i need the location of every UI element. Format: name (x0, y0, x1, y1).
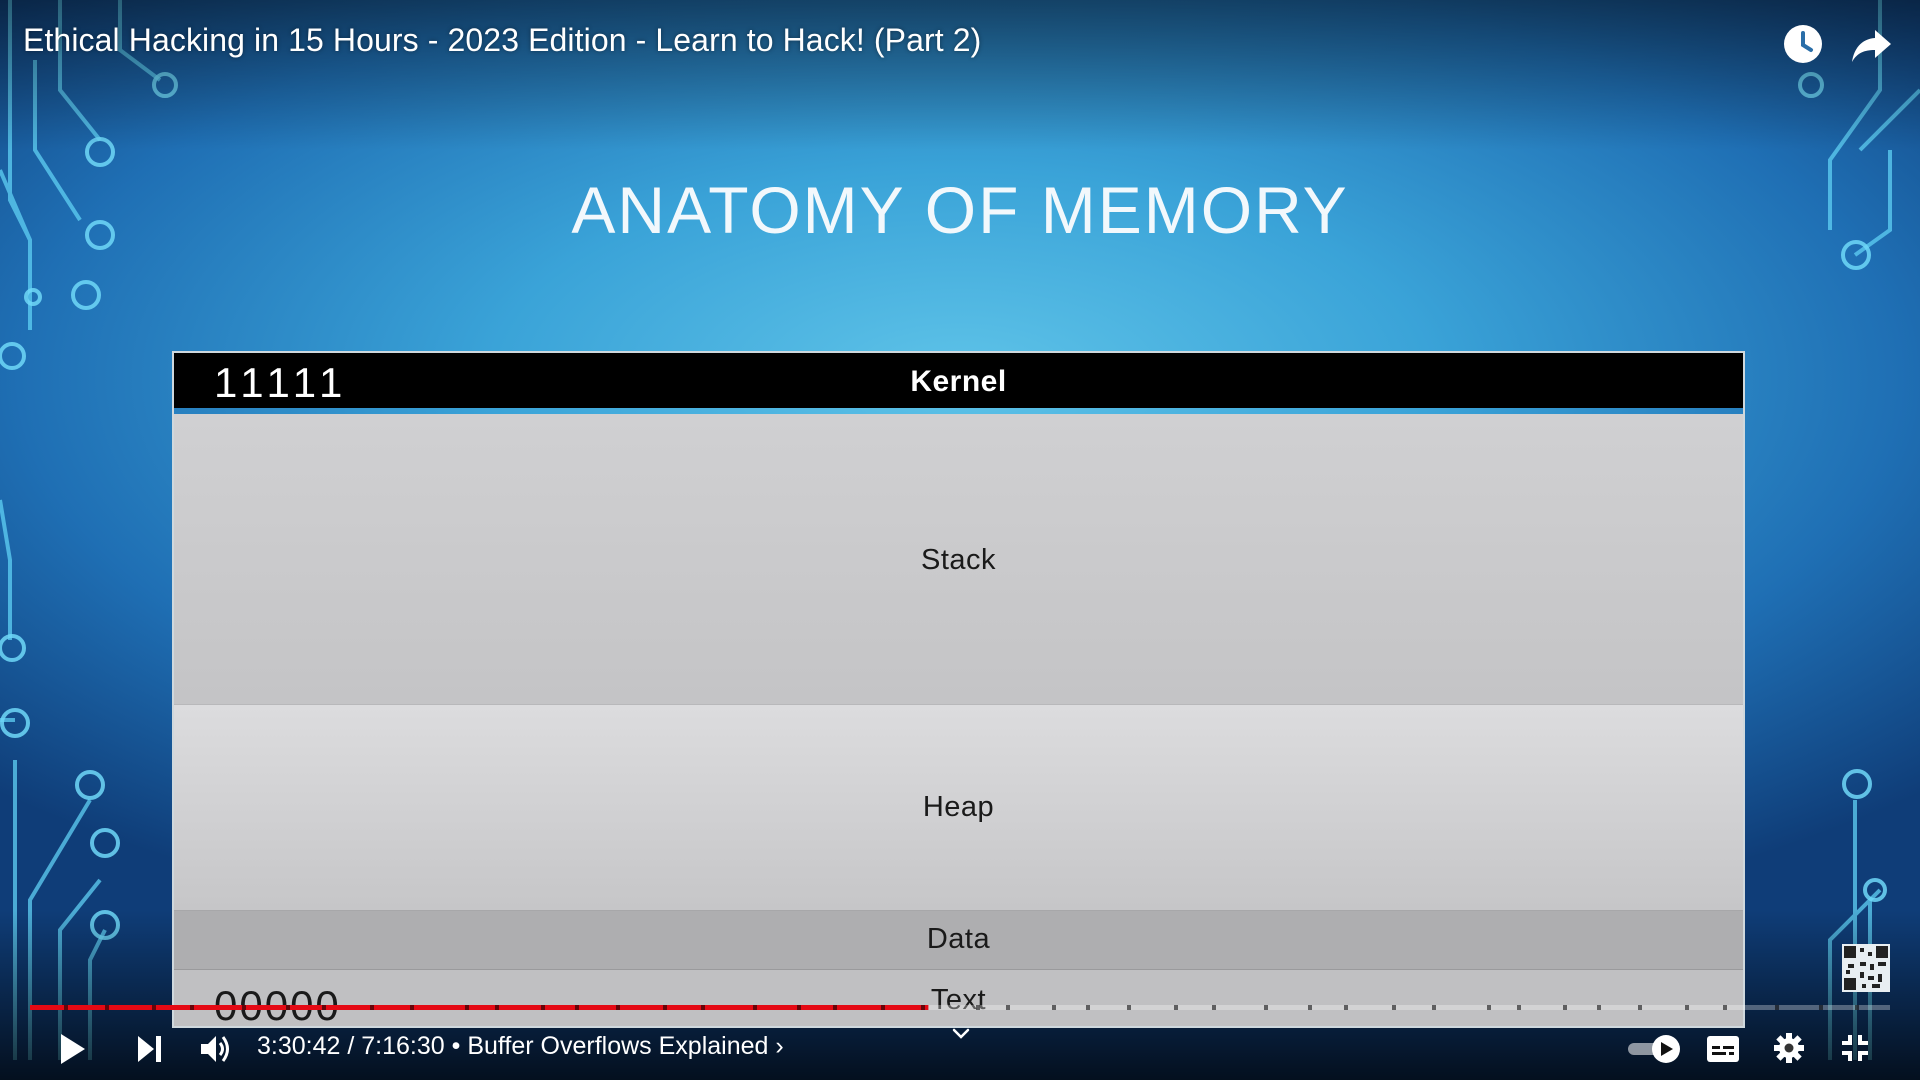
chapter-gap (1212, 1005, 1216, 1010)
chapter-gap (616, 1005, 620, 1010)
exit-fullscreen-icon[interactable] (1840, 1033, 1870, 1063)
stack-segment: Stack (174, 414, 1743, 705)
chapter-gap (1638, 1005, 1642, 1010)
chapter-gap (1308, 1005, 1312, 1010)
video-player[interactable]: Ethical Hacking in 15 Hours - 2023 Editi… (0, 0, 1920, 1080)
chapter-gap (575, 1005, 579, 1010)
autoplay-toggle-icon[interactable] (1626, 1033, 1682, 1065)
text-label: Text (930, 984, 987, 1016)
duration: 7:16:30 (361, 1032, 445, 1060)
kernel-segment: 11111 Kernel (174, 353, 1743, 408)
chapter-gap (976, 1005, 980, 1010)
chapter-gap (797, 1005, 801, 1010)
progress-played (30, 1005, 929, 1010)
chapter-gap (410, 1005, 414, 1010)
settings-icon[interactable] (1773, 1032, 1805, 1064)
play-icon[interactable] (58, 1032, 88, 1066)
chapter-gap (1344, 1005, 1348, 1010)
chapter-gap (1517, 1005, 1521, 1010)
chapter-gap (1392, 1005, 1396, 1010)
chapter-gap (881, 1005, 885, 1010)
data-label: Data (926, 923, 991, 955)
chapter-gap (1487, 1005, 1491, 1010)
chapter-gap (64, 1005, 68, 1010)
memory-layout-diagram: 11111 Kernel Stack Heap Data 00000 Text (172, 351, 1745, 1028)
chapter-gap (1086, 1005, 1090, 1010)
chapter-gap (1855, 1005, 1859, 1010)
share-icon[interactable] (1849, 22, 1893, 66)
chapter-gap (1264, 1005, 1268, 1010)
subtitles-icon[interactable] (1706, 1035, 1740, 1063)
chapter-gap (242, 1005, 246, 1010)
chapter-gap (921, 1005, 925, 1010)
chapter-gap (1127, 1005, 1131, 1010)
volume-icon[interactable] (199, 1032, 233, 1066)
chapter-gap (663, 1005, 667, 1010)
next-icon[interactable] (136, 1034, 164, 1064)
current-time: 3:30:42 (257, 1032, 341, 1060)
chapter-gap (1819, 1005, 1823, 1010)
chapter-title[interactable]: • Buffer Overflows Explained (452, 1032, 769, 1060)
player-controls: 3:30:42 / 7:16:30 • Buffer Overflows Exp… (0, 1020, 1920, 1080)
chapter-gap (105, 1005, 109, 1010)
chapter-gap (1006, 1005, 1010, 1010)
heap-label: Heap (922, 791, 995, 823)
chapter-gap (370, 1005, 374, 1010)
chapter-gap (286, 1005, 290, 1010)
chapter-gap (1052, 1005, 1056, 1010)
chapter-gap (1563, 1005, 1567, 1010)
time-separator: / (340, 1032, 362, 1060)
chapter-gap (152, 1005, 156, 1010)
chapter-gap (495, 1005, 499, 1010)
chapter-gap (1597, 1005, 1601, 1010)
chapter-gap (322, 1005, 326, 1010)
slide-title: ANATOMY OF MEMORY (571, 173, 1349, 247)
chapter-gap (701, 1005, 705, 1010)
data-segment: Data (174, 911, 1743, 970)
chapter-gap (190, 1005, 194, 1010)
chapter-gap (1723, 1005, 1727, 1010)
chapter-gap (1775, 1005, 1779, 1010)
time-display[interactable]: 3:30:42 / 7:16:30 • Buffer Overflows Exp… (257, 1032, 784, 1061)
chapter-gap (1432, 1005, 1436, 1010)
chapter-gap (833, 1005, 837, 1010)
chapter-arrow: › (775, 1032, 784, 1060)
chapter-gap (541, 1005, 545, 1010)
watch-later-icon[interactable] (1781, 22, 1825, 66)
video-title[interactable]: Ethical Hacking in 15 Hours - 2023 Editi… (23, 22, 981, 59)
qr-code-icon (1842, 944, 1890, 992)
chapter-gap (1174, 1005, 1178, 1010)
kernel-label: Kernel (910, 365, 1007, 398)
stack-label: Stack (920, 544, 997, 576)
heap-segment: Heap (174, 705, 1743, 911)
progress-bar[interactable] (30, 1005, 1890, 1010)
chapter-gap (1685, 1005, 1689, 1010)
chapter-gap (753, 1005, 757, 1010)
chapter-gap (465, 1005, 469, 1010)
